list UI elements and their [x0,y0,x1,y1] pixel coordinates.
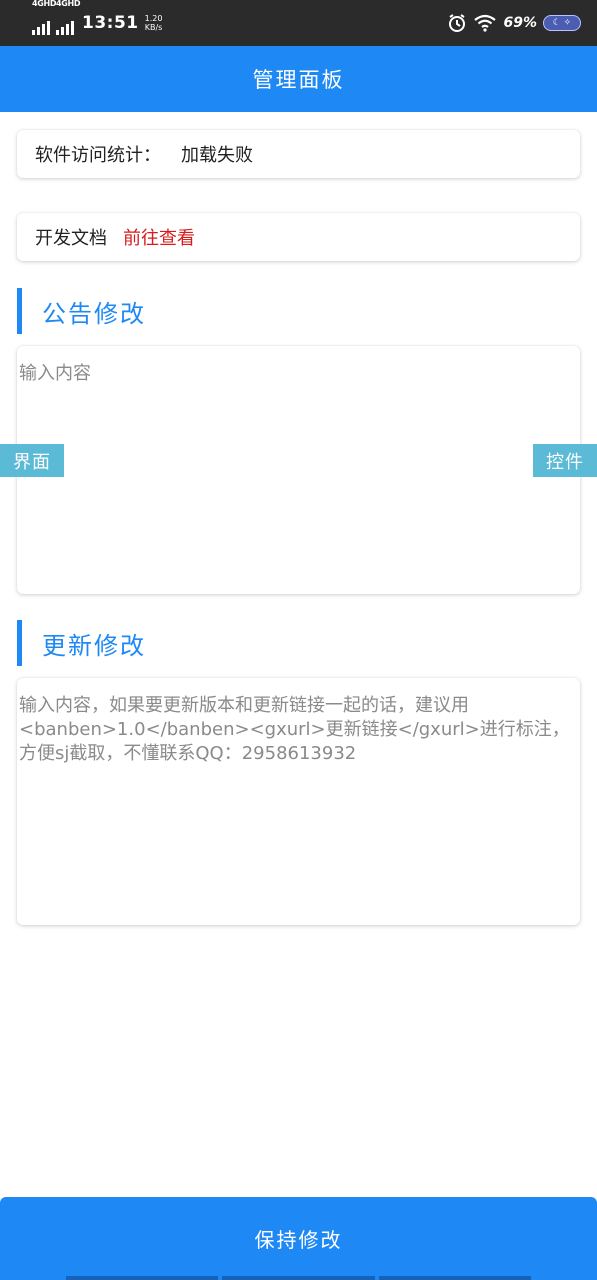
dev-docs-card: 开发文档 前往查看 [17,213,580,261]
network-type-label-2: 4GHD [56,0,81,8]
page-title: 管理面板 [252,68,345,92]
network-speed: 1.20 KB/s [145,14,163,32]
update-section-header: 更新修改 [17,620,146,666]
notice-input-card [17,346,580,594]
network-type-label: 4GHD [32,0,57,8]
update-section-title: 更新修改 [42,631,146,660]
visit-stats-value: 加载失败 [181,145,253,166]
section-accent-bar-2 [17,620,22,666]
interface-float-button[interactable]: 界面 [0,444,64,477]
notice-input[interactable] [17,346,580,594]
visit-stats-card: 软件访问统计： 加载失败 [17,130,580,178]
nav-indicator [66,1276,531,1280]
dev-docs-label: 开发文档 [35,228,107,249]
notice-section-header: 公告修改 [17,288,146,334]
wifi-icon [474,14,497,32]
status-bar: 4GHD 4GHD 13:51 1.20 KB/s 69% ☾ ✧ [0,0,597,46]
battery-percent: 69% [503,15,537,31]
save-changes-button[interactable]: 保持修改 [0,1197,597,1280]
signal-strength-icon: 4GHD [32,0,57,35]
save-changes-label: 保持修改 [254,1228,343,1252]
app-bar: 管理面板 [0,46,597,112]
section-accent-bar [17,288,22,334]
network-speed-unit: KB/s [144,23,163,32]
view-docs-link[interactable]: 前往查看 [123,224,195,250]
update-input[interactable] [17,678,580,925]
network-speed-value: 1.20 [144,14,163,23]
visit-stats-label: 软件访问统计： [35,145,161,166]
battery-icon: ☾ ✧ [543,15,581,31]
signal-strength-icon-2: 4GHD [56,0,81,35]
clock: 13:51 [82,13,139,33]
notice-section-title: 公告修改 [42,299,146,328]
alarm-icon [449,14,466,32]
widget-float-button[interactable]: 控件 [533,444,597,477]
update-input-card [17,678,580,925]
